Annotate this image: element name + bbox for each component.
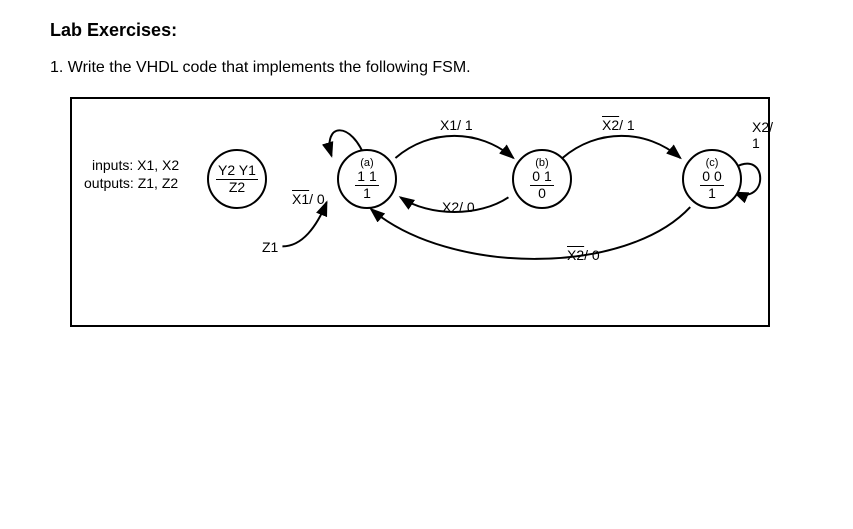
state-b-code: 0 1 — [530, 169, 553, 185]
outputs-legend: outputs: Z1, Z2 — [84, 175, 178, 191]
transition-c-self: X2/ 1 — [752, 119, 773, 151]
transition-b-to-a: X2/ 0 — [442, 199, 475, 215]
transition-b-to-c: X2/ 1 — [602, 117, 635, 133]
inputs-legend: inputs: X1, X2 — [92, 157, 179, 173]
legend-top: Y2 Y1 — [216, 163, 258, 179]
state-c-output: 1 — [706, 186, 718, 201]
transition-c-to-a: X2/ 0 — [567, 247, 600, 263]
question-text: 1. Write the VHDL code that implements t… — [50, 59, 803, 77]
state-a-output: 1 — [361, 186, 373, 201]
state-encoding-legend: Y2 Y1 Z2 — [207, 149, 267, 209]
state-a: (a) 1 1 1 — [337, 149, 397, 209]
transition-a-to-b: X1/ 1 — [440, 117, 473, 133]
page-title: Lab Exercises: — [50, 20, 803, 41]
state-c-code: 0 0 — [700, 169, 723, 185]
legend-bot: Z2 — [227, 180, 247, 195]
fsm-diagram-frame: inputs: X1, X2 outputs: Z1, Z2 Y2 Y1 Z2 … — [70, 97, 770, 327]
state-b-output: 0 — [536, 186, 548, 201]
state-b: (b) 0 1 0 — [512, 149, 572, 209]
state-c: (c) 0 0 1 — [682, 149, 742, 209]
z1-label: Z1 — [262, 239, 278, 255]
transition-a-self: X1/ 0 — [292, 191, 325, 207]
state-a-code: 1 1 — [355, 169, 378, 185]
fsm-arrows — [72, 99, 768, 325]
